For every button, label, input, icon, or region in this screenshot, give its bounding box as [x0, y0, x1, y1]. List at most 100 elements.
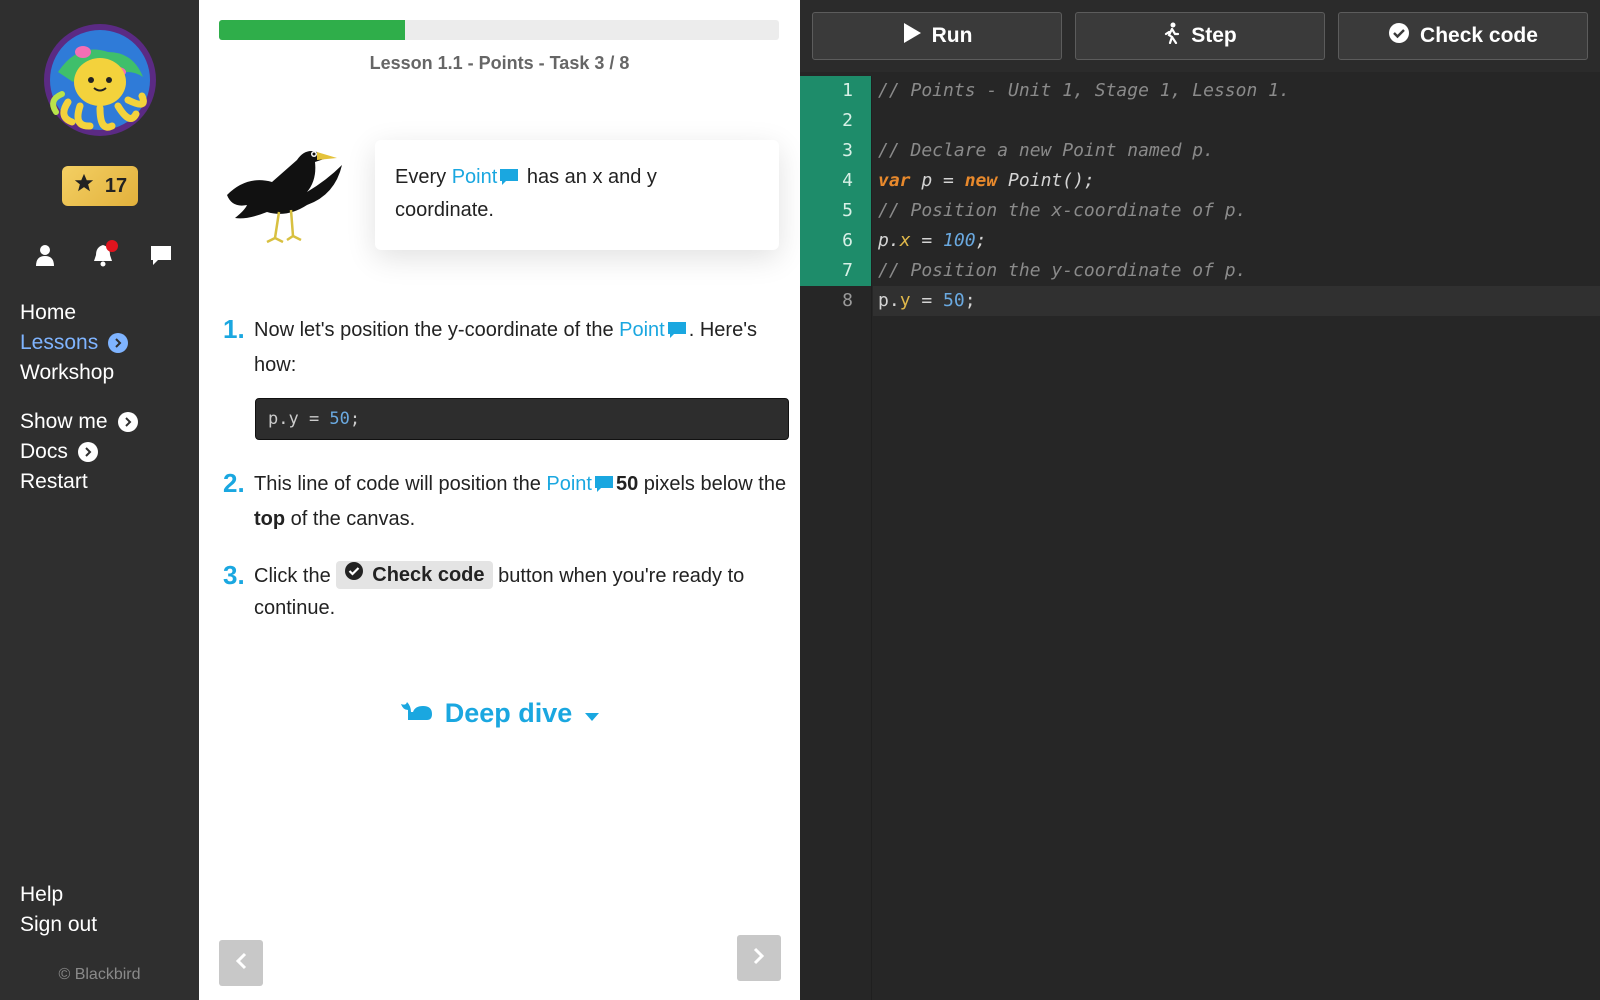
comment-icon[interactable] [499, 165, 519, 195]
chevron-right-icon [752, 947, 766, 970]
line-number: 4 [800, 166, 871, 196]
bottom-nav: Help Sign out [20, 880, 97, 940]
secondary-nav: Show me Docs Restart [20, 407, 138, 497]
primary-nav: Home Lessons Workshop [20, 298, 129, 388]
speech-bubble: Every Point has an x and y coordinate. [375, 140, 779, 250]
number: 50 [943, 290, 965, 311]
step-bold: 50 [615, 473, 639, 495]
nav-lessons-label: Lessons [20, 331, 99, 354]
comment-icon[interactable] [667, 317, 687, 349]
step-1: 1. Now let's position the y-coordinate o… [223, 314, 793, 381]
code-token: p. [878, 290, 900, 311]
comment: // Points - Unit 1, Stage 1, Lesson 1. [878, 80, 1290, 101]
step-3: 3. Click the Check code button when you'… [223, 560, 793, 624]
code-token: Point(); [997, 170, 1095, 191]
chevron-right-icon [117, 412, 138, 432]
step-number: 1. [223, 314, 245, 344]
nav-show-me-label: Show me [20, 410, 108, 433]
lesson-panel: Lesson 1.1 - Points - Task 3 / 8 Every P… [199, 0, 800, 1000]
code-snippet: p.y = 50; [255, 398, 789, 440]
nav-workshop-label: Workshop [20, 361, 115, 384]
step-text: This line of code will position the [254, 473, 547, 495]
caret-down-icon [584, 698, 600, 729]
code-line[interactable]: var p = new Point(); [873, 166, 1600, 196]
code-token: = [910, 290, 944, 311]
step-bold: top [254, 508, 286, 530]
step-button[interactable]: Step [1075, 12, 1325, 60]
snippet-code: p.y = [268, 409, 330, 429]
snippet-number: 50 [329, 409, 350, 429]
code-editor: Run Step Check code 1 2 3 4 5 6 7 8 // P… [800, 0, 1600, 1000]
nav-docs[interactable]: Docs [20, 437, 138, 467]
star-badge[interactable]: 17 [62, 166, 138, 206]
octopus-logo[interactable] [38, 22, 162, 140]
whale-icon [399, 698, 433, 729]
previous-task-button[interactable] [219, 940, 263, 986]
code-line[interactable]: // Position the x-coordinate of p. [873, 196, 1600, 226]
line-number: 3 [800, 136, 871, 166]
step-number: 2. [223, 468, 245, 498]
check-circle-icon [344, 559, 364, 591]
step-2: 2. This line of code will position the P… [223, 468, 793, 535]
step-label: Step [1191, 24, 1237, 47]
line-number: 6 [800, 226, 871, 256]
nav-docs-label: Docs [20, 440, 68, 463]
nav-sign-out[interactable]: Sign out [20, 910, 97, 940]
nav-restart-label: Restart [20, 470, 88, 493]
number: 100 [943, 230, 976, 251]
step-text: Click the [254, 565, 337, 587]
code-token: p. [878, 230, 900, 251]
point-link[interactable]: Point [546, 473, 592, 495]
property: x [899, 230, 911, 251]
code-line[interactable]: // Declare a new Point named p. [873, 136, 1600, 166]
step-text: Now let's position the y-coordinate of t… [254, 319, 620, 341]
nav-restart[interactable]: Restart [20, 467, 138, 497]
next-task-button[interactable] [737, 935, 781, 981]
run-button[interactable]: Run [812, 12, 1062, 60]
star-icon [73, 172, 95, 200]
bubble-text: Every [395, 166, 452, 188]
step-text: pixels below the [638, 473, 787, 495]
code-line[interactable]: p.x = 100; [873, 226, 1600, 256]
code-token: ; [964, 290, 976, 311]
code-token: = [910, 230, 944, 251]
point-link[interactable]: Point [619, 319, 665, 341]
copyright: © Blackbird [58, 966, 141, 983]
play-icon [902, 22, 922, 50]
nav-lessons[interactable]: Lessons [20, 328, 129, 358]
check-code-button[interactable]: Check code [1338, 12, 1588, 60]
property: y [899, 290, 911, 311]
nav-workshop[interactable]: Workshop [20, 358, 128, 388]
bell-icon[interactable] [91, 240, 118, 267]
user-icon[interactable] [33, 243, 57, 267]
check-code-label: Check code [1420, 24, 1538, 47]
code-line[interactable]: // Points - Unit 1, Stage 1, Lesson 1. [873, 76, 1600, 106]
chat-icon[interactable] [149, 243, 173, 267]
code-line[interactable]: // Position the y-coordinate of p. [873, 256, 1600, 286]
task-title: Lesson 1.1 - Points - Task 3 / 8 [369, 53, 630, 73]
step-text: of the canvas. [285, 508, 416, 530]
comment: // Position the x-coordinate of p. [878, 200, 1247, 221]
keyword: var [878, 170, 911, 191]
notification-dot [106, 240, 118, 252]
line-number-gutter: 1 2 3 4 5 6 7 8 [800, 76, 872, 1000]
chevron-left-icon [234, 952, 248, 975]
code-text-area[interactable]: // Points - Unit 1, Stage 1, Lesson 1. /… [873, 76, 1600, 316]
point-link[interactable]: Point [452, 166, 498, 188]
deep-dive-toggle[interactable]: Deep dive [199, 698, 800, 729]
nav-home[interactable]: Home [20, 298, 128, 328]
nav-help[interactable]: Help [20, 880, 97, 910]
comment: // Position the y-coordinate of p. [878, 260, 1247, 281]
nav-show-me[interactable]: Show me [20, 407, 138, 437]
line-number: 1 [800, 76, 871, 106]
walking-icon [1163, 22, 1181, 50]
progress-fill [219, 20, 406, 40]
snippet-end: ; [349, 409, 361, 429]
nav-sign-out-label: Sign out [20, 913, 98, 936]
line-number: 8 [842, 290, 853, 311]
comment-icon[interactable] [594, 471, 614, 503]
line-number: 5 [800, 196, 871, 226]
code-line-current[interactable]: p.y = 50; [873, 286, 1600, 316]
code-line[interactable] [873, 106, 1600, 136]
code-token: ; [975, 230, 987, 251]
